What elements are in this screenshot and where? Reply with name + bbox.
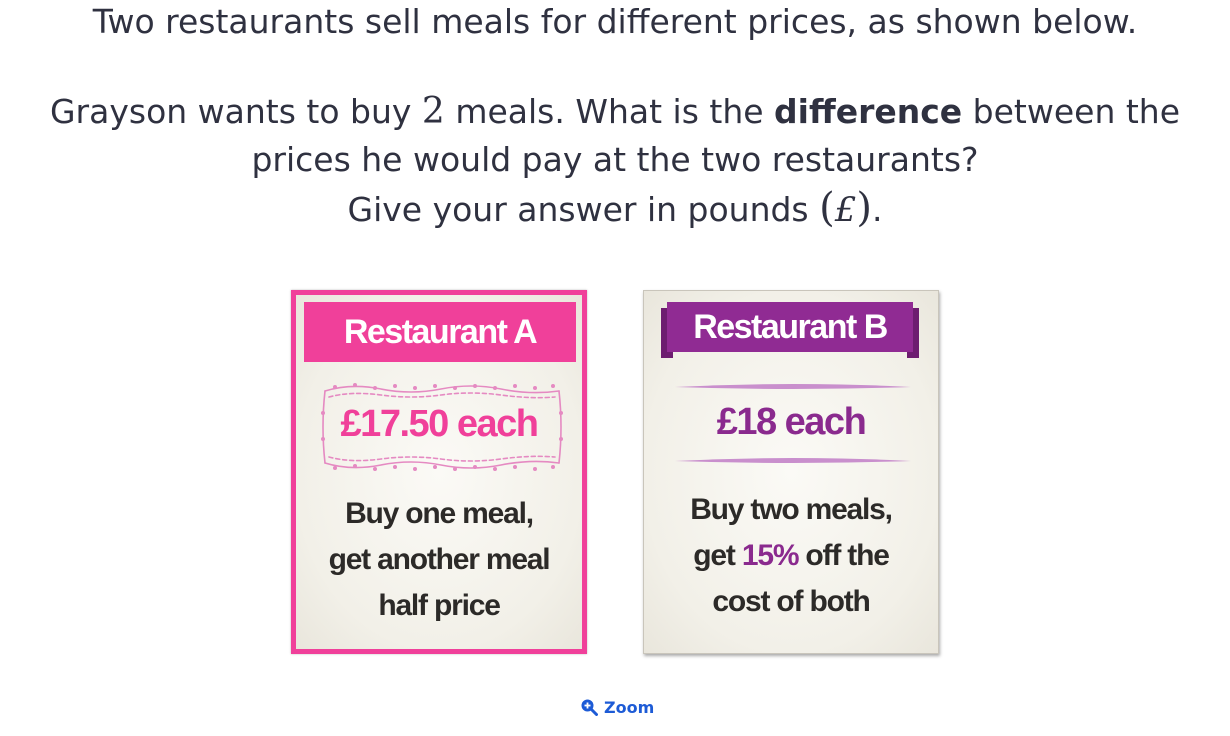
restaurant-a-card: Restaurant A £17.50 each Buy one meal, g… [291, 290, 587, 654]
restaurant-a-title: Restaurant A [304, 302, 576, 362]
meal-count: 2 [421, 91, 445, 132]
paren-close: ) [856, 185, 872, 231]
question-text: . [871, 190, 883, 229]
restaurant-b-ribbon: Restaurant B [661, 302, 919, 358]
pound-symbol: £ [834, 190, 857, 230]
restaurant-b-card: Restaurant B £18 each Buy two meals, get… [643, 290, 939, 654]
zoom-button[interactable]: Zoom [580, 696, 654, 718]
offer-text: off the [798, 539, 889, 572]
question-line-4: Give your answer in pounds (£). [0, 184, 1230, 234]
question-text: between the [962, 92, 1181, 131]
offer-line: get another meal [328, 543, 551, 576]
discount-percent: 15% [741, 539, 800, 572]
divider-bottom [675, 458, 911, 463]
restaurant-b-title: Restaurant B [667, 302, 913, 352]
question-text: meals. What is the [444, 92, 775, 131]
question-line-1: Two restaurants sell meals for different… [92, 2, 1138, 41]
question-line-3: prices he would pay at the two restauran… [251, 140, 979, 179]
restaurant-a-price: £17.50 each [340, 403, 539, 445]
offer-line: half price [378, 589, 501, 622]
question-line-2: Grayson wants to buy 2 meals. What is th… [0, 88, 1230, 136]
restaurant-a-offer: Buy one meal, get another meal half pric… [296, 491, 582, 629]
offer-line: Buy two meals, [690, 493, 893, 526]
offer-text: get [693, 539, 742, 572]
divider-top [675, 384, 911, 389]
question-text: Give your answer in pounds [347, 190, 820, 229]
question-text: Grayson wants to buy [49, 92, 422, 131]
zoom-label[interactable]: Zoom [604, 698, 654, 717]
offer-line: get 15% off the [644, 533, 938, 579]
offer-line: Buy one meal, [345, 497, 534, 530]
zoom-in-icon [581, 699, 598, 716]
paren-open: ( [819, 185, 835, 231]
question-emphasis: difference [774, 92, 963, 131]
offer-line: cost of both [712, 585, 870, 618]
restaurant-b-offer: Buy two meals, get 15% off the cost of b… [644, 487, 938, 625]
restaurant-b-price: £18 each [716, 401, 867, 443]
